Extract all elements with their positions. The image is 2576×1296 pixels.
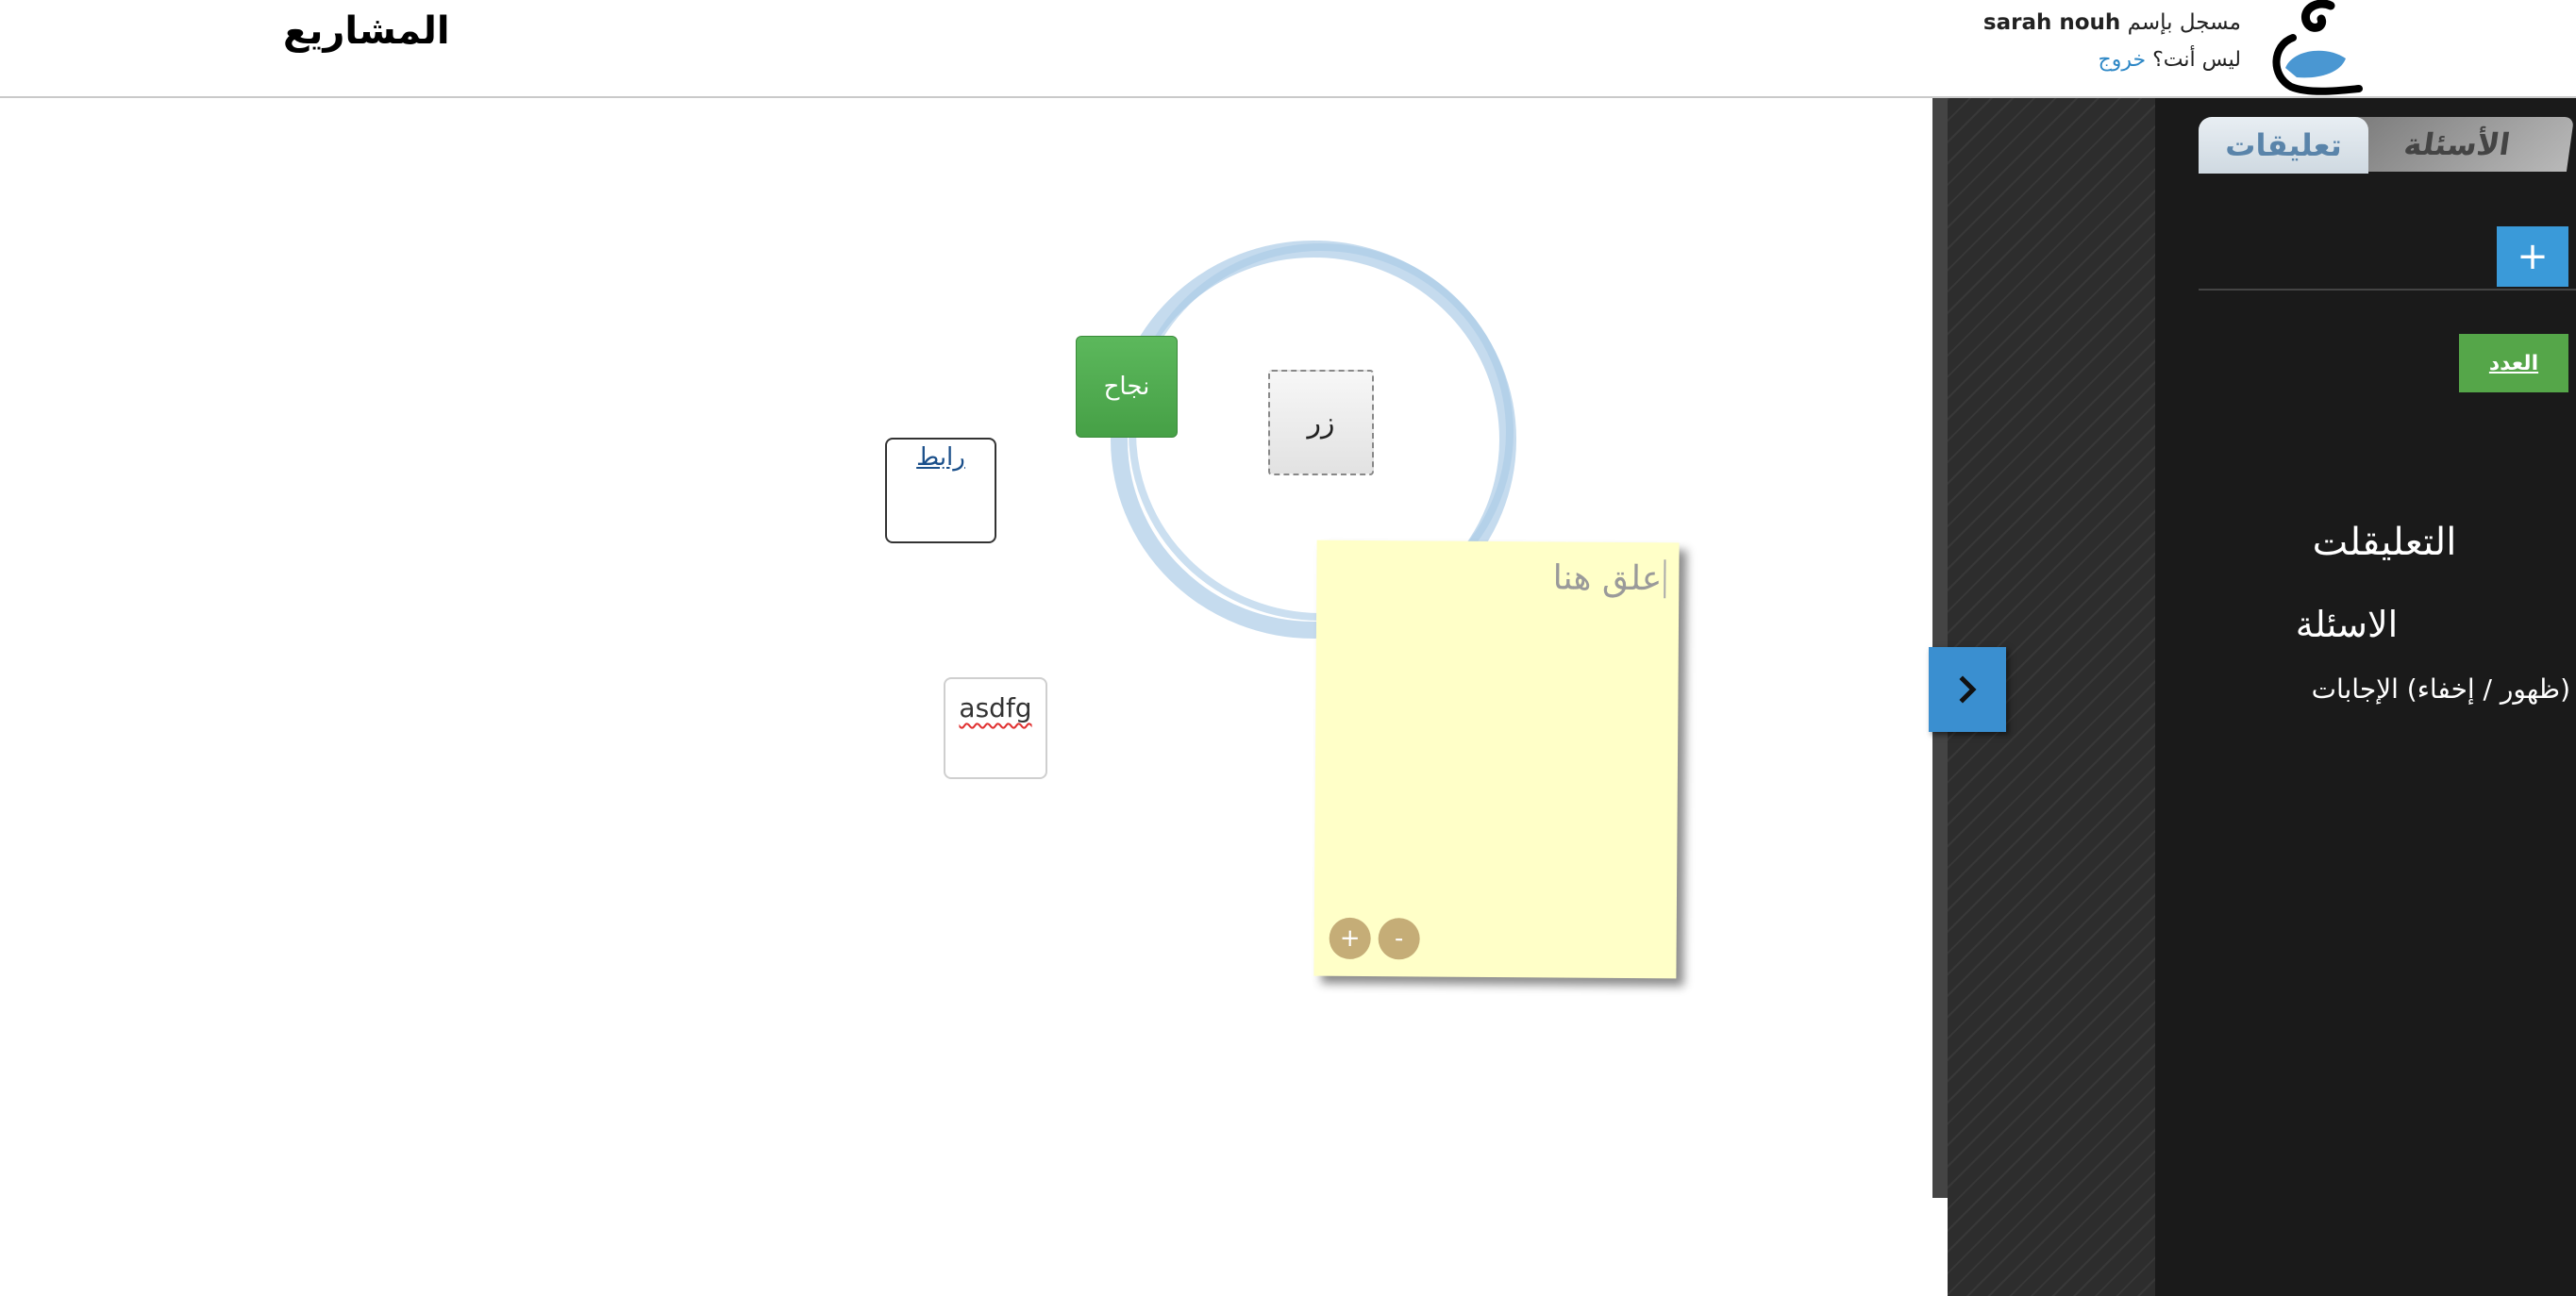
sticky-note-input[interactable]: علق هنا [1552,558,1666,599]
not-you-line: ليس أنت؟ خروج [1983,42,2241,79]
success-button[interactable]: نجاح [1076,336,1178,438]
not-you-prefix: ليس أنت؟ [2152,48,2241,72]
collapse-panel-button[interactable] [1929,647,2006,732]
chevron-right-icon [1959,675,1977,704]
link-widget[interactable]: رابط [885,438,996,543]
toggle-answers-link[interactable]: (ظهور / إخفاء) الإجابات [2312,673,2570,705]
tab-questions[interactable]: الأسئلة [2339,117,2575,172]
sticky-note-plus-button[interactable]: + [1329,917,1371,960]
count-button[interactable]: العدد [2459,334,2568,392]
comments-heading: التعليقلت [2312,521,2457,564]
projects-title[interactable]: المشاريع [283,9,451,53]
logout-link[interactable]: خروج [2099,48,2147,72]
logged-in-line: مسجل بإسم sarah nouh [1983,4,2241,42]
top-header: المشاريع مسجل بإسم sarah nouh ليس أنت؟ خ… [0,0,2576,98]
generic-button[interactable]: زر [1268,370,1374,475]
sticky-note[interactable]: علق هنا + - [1313,540,1680,979]
project-canvas[interactable]: نجاح زر رابط asdfg علق هنا + - [0,98,1932,1296]
link-text[interactable]: رابط [916,443,965,472]
text-widget-value[interactable]: asdfg [959,692,1031,723]
user-info: مسجل بإسم sarah nouh ليس أنت؟ خروج [1983,4,2241,79]
questions-heading: الاسئلة [2295,604,2399,645]
tab-comments[interactable]: تعليقات [2199,117,2368,174]
side-panel: الأسئلة تعليقات + العدد التعليقلت الاسئل… [2155,98,2576,1296]
sticky-note-minus-button[interactable]: - [1378,918,1420,960]
text-widget[interactable]: asdfg [944,677,1047,779]
add-button[interactable]: + [2497,226,2568,287]
username: sarah nouh [1982,10,2121,35]
logged-in-prefix: مسجل بإسم [2127,10,2241,35]
divider [2199,289,2576,291]
logo [2272,0,2363,95]
